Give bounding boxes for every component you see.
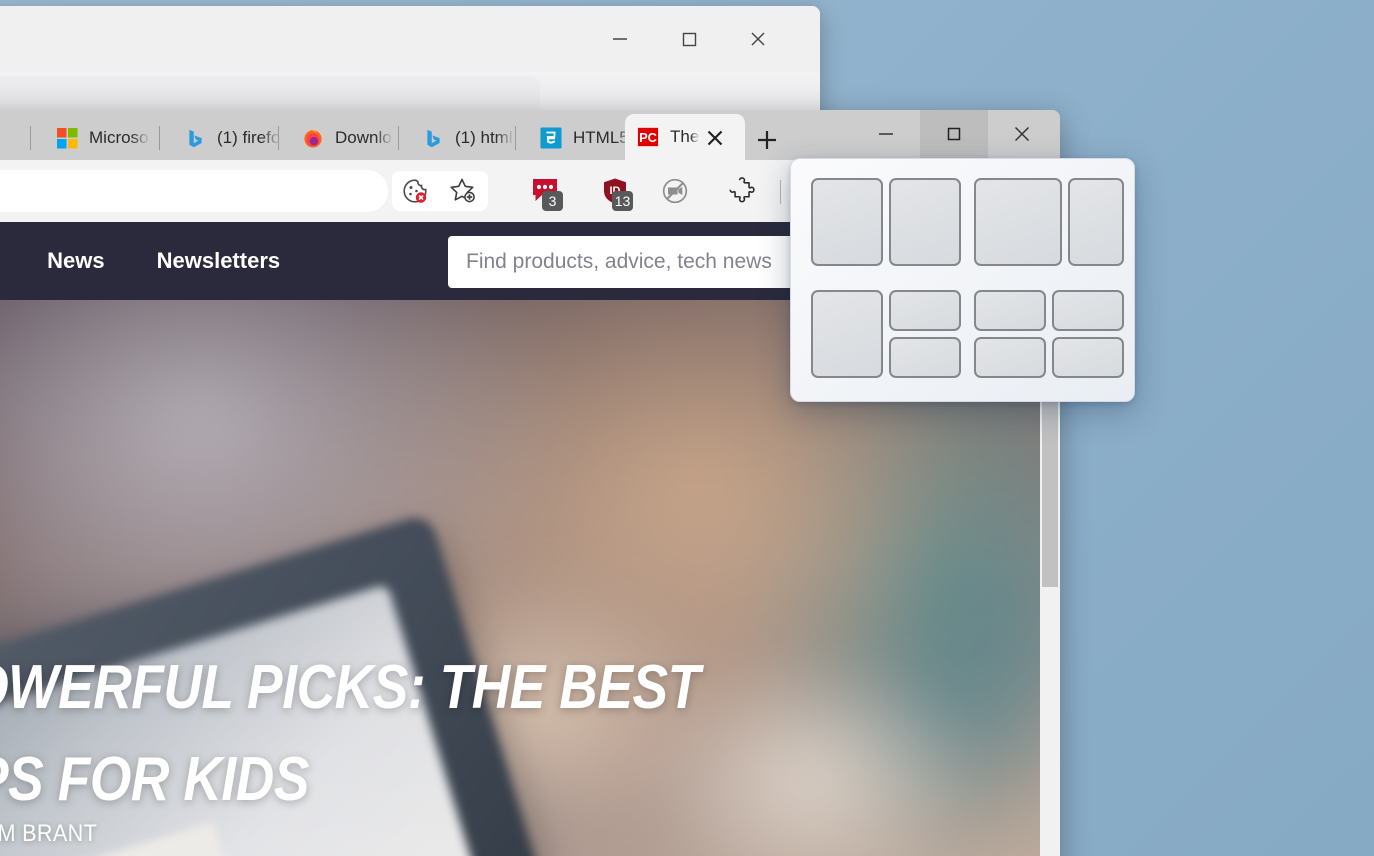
html5-icon [540, 127, 562, 149]
bing-icon [422, 127, 444, 149]
snap-zone[interactable] [889, 178, 961, 266]
browser-tab[interactable]: Microso [44, 116, 169, 160]
star-plus-icon [450, 178, 475, 203]
edge-maximize-button[interactable] [920, 110, 988, 158]
search-placeholder: Find products, advice, tech news [466, 250, 772, 273]
extension-badge-count: 3 [542, 191, 563, 211]
camera-blocked-icon[interactable] [655, 171, 695, 211]
firefox-titlebar [0, 6, 820, 72]
shield-extension-button[interactable]: ID 13 [595, 171, 635, 211]
tab-title: The [670, 127, 700, 146]
svg-text:PC: PC [639, 130, 657, 145]
tab-separator [278, 126, 279, 150]
desktop: p lay Microso [0, 0, 1374, 856]
article-byline: BY TOM BRANT [0, 820, 98, 847]
snap-zone[interactable] [889, 337, 961, 378]
maximize-icon [947, 127, 961, 141]
snap-layouts-flyout[interactable] [790, 158, 1135, 402]
tab-title: (1) html [455, 128, 513, 147]
snap-zone[interactable] [974, 290, 1046, 331]
cookie-blocked-icon[interactable] [392, 171, 438, 211]
browser-tab[interactable]: (1) firefo [172, 116, 292, 160]
snap-zone[interactable] [811, 178, 883, 266]
snap-zone[interactable] [1052, 290, 1124, 331]
firefox-close-button[interactable] [724, 6, 792, 72]
puzzle-piece-icon [729, 177, 755, 203]
snap-zone[interactable] [811, 290, 883, 378]
close-icon [1014, 126, 1030, 142]
browser-tab[interactable]: p lay [0, 116, 12, 160]
snap-zone[interactable] [1052, 337, 1124, 378]
browser-tab[interactable]: Downlo [290, 116, 412, 160]
extension-badge-count: 13 [612, 191, 633, 211]
snap-layout-option-left-large-right-stacked[interactable] [811, 290, 961, 378]
snap-zone[interactable] [1068, 178, 1124, 266]
snap-layout-option-two-columns-equal[interactable] [811, 178, 961, 266]
edge-close-button[interactable] [988, 110, 1056, 158]
edge-tab-strip[interactable]: p lay Microso [0, 110, 1060, 160]
firefox-maximize-button[interactable] [655, 6, 723, 72]
article-headline: POWERFUL PICKS: THE BEST OPS FOR KIDS [0, 653, 700, 814]
tab-title: Downlo [335, 128, 392, 147]
close-icon [707, 130, 723, 146]
toolbar-divider [780, 180, 781, 204]
tab-close-button[interactable] [703, 126, 727, 150]
close-icon [751, 32, 765, 46]
maximize-icon [682, 32, 697, 47]
snap-layout-option-four-quadrants[interactable] [974, 290, 1124, 378]
snap-layout-option-two-columns-wide-left[interactable] [974, 178, 1124, 266]
extensions-menu-button[interactable] [722, 171, 762, 211]
tab-separator [515, 126, 516, 150]
bookmark-star-button[interactable] [438, 171, 488, 211]
nav-item-news[interactable]: News [47, 248, 104, 274]
plus-icon [758, 131, 776, 149]
snap-zone[interactable] [889, 290, 961, 331]
firefox-icon [302, 127, 324, 149]
tab-separator [398, 126, 399, 150]
new-tab-button[interactable] [753, 126, 781, 154]
tab-separator [30, 126, 31, 150]
bing-icon [184, 127, 206, 149]
minimize-icon [879, 133, 893, 135]
nav-item-newsletters[interactable]: Newsletters [157, 248, 281, 274]
microsoft-icon [56, 127, 78, 149]
firefox-minimize-button[interactable] [586, 6, 654, 72]
edge-minimize-button[interactable] [852, 110, 920, 158]
pcmag-icon: PC [637, 126, 659, 148]
snap-zone[interactable] [974, 337, 1046, 378]
minimize-icon [613, 38, 627, 40]
browser-tab-active[interactable]: PC The [625, 114, 745, 160]
snap-zone[interactable] [974, 178, 1062, 266]
tab-title: (1) firefo [217, 128, 281, 147]
extension-button[interactable]: 3 [525, 171, 565, 211]
browser-tab[interactable]: (1) html [410, 116, 530, 160]
tab-title: Microso [89, 128, 149, 147]
address-bar[interactable] [0, 170, 388, 212]
tab-separator [159, 126, 160, 150]
